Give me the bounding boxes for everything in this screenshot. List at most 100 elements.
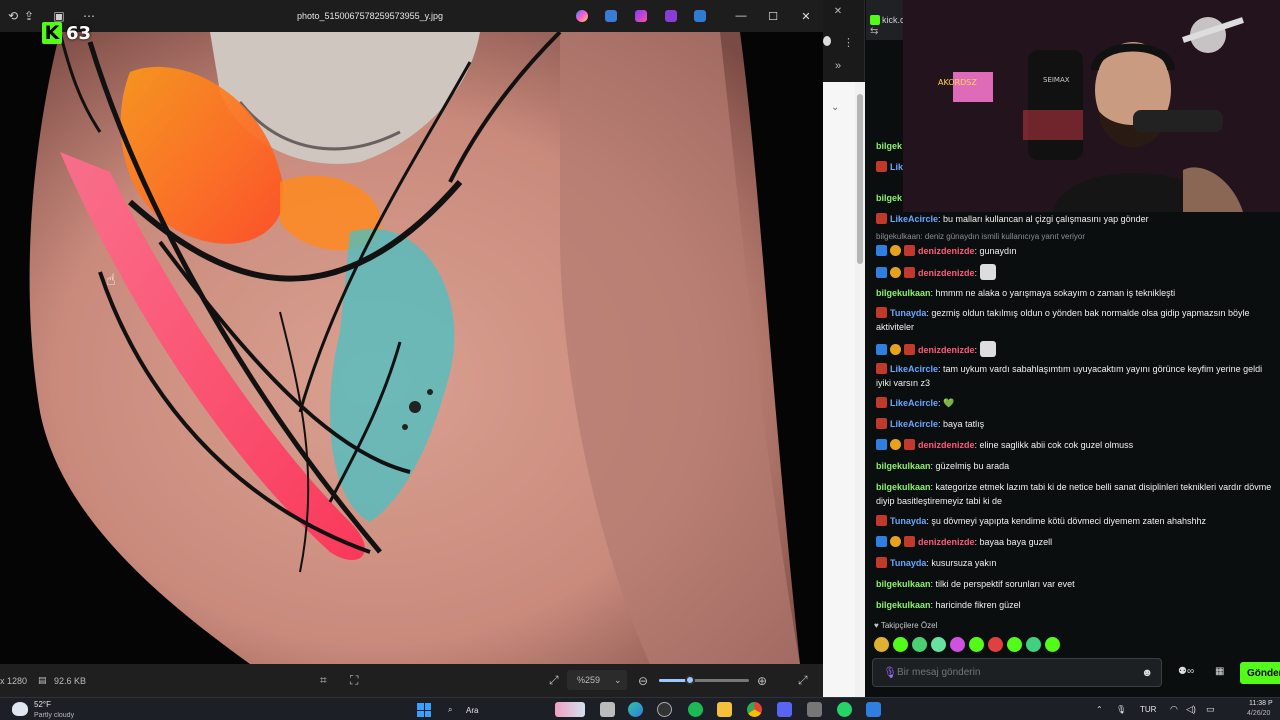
clock-time[interactable]: 11:38 P: [1249, 700, 1273, 707]
chat-username[interactable]: Lik: [890, 162, 903, 172]
edit-icon[interactable]: [605, 10, 617, 22]
zoom-in-icon[interactable]: ⊕: [757, 664, 767, 697]
chat-message: bilgekulkaan: kategorize etmek lazım tab…: [876, 482, 1272, 506]
emote-icon[interactable]: [1045, 637, 1060, 652]
microphone-icon[interactable]: 🎙: [883, 666, 897, 679]
page-scrollbar[interactable]: [855, 82, 865, 697]
wifi-icon[interactable]: ◠: [1170, 704, 1178, 715]
search-icon[interactable]: ⌕: [448, 705, 452, 715]
select-icon[interactable]: ⛶: [350, 664, 358, 697]
start-icon[interactable]: [417, 703, 431, 717]
chrome-icon[interactable]: [747, 702, 762, 717]
points-icon[interactable]: ⚉∞: [1178, 666, 1194, 677]
verified-badge-icon: [876, 344, 887, 355]
edge-icon[interactable]: [628, 702, 643, 717]
chat-username[interactable]: denizdenizde: [918, 440, 975, 450]
chat-username[interactable]: bilgek: [876, 141, 902, 151]
chat-username[interactable]: denizdenizde: [918, 246, 975, 256]
chat-username[interactable]: denizdenizde: [918, 268, 975, 278]
gold-badge-icon: [890, 536, 901, 547]
chat-message: denizdenizde: bayaa baya guzell: [876, 535, 1276, 549]
emote-icon[interactable]: [1007, 637, 1022, 652]
weather-icon[interactable]: [12, 702, 28, 716]
photos-icon[interactable]: [866, 702, 881, 717]
fit-window-icon[interactable]: ⤢: [549, 664, 559, 697]
chat-username[interactable]: denizdenizde: [918, 345, 975, 355]
obs-icon[interactable]: [657, 702, 672, 717]
webcam-chair-brand: SEIMAX: [1043, 76, 1070, 84]
chat-message: LikeAcircle: baya tatlış: [876, 417, 1276, 431]
clock-date[interactable]: 4/26/20: [1247, 710, 1270, 717]
chat-text: haricinde fikren güzel: [935, 600, 1021, 610]
chat-username[interactable]: LikeAcircle: [890, 364, 938, 374]
designer-icon[interactable]: [635, 10, 647, 22]
chat-username[interactable]: bilgek: [876, 193, 902, 203]
emote-icon[interactable]: [1026, 637, 1041, 652]
scroll-thumb[interactable]: [857, 94, 863, 264]
chat-text: şu dövmeyi yapıpta kendime kötü dövmeci …: [931, 516, 1207, 526]
emote-icon[interactable]: [874, 637, 889, 652]
battery-icon[interactable]: ▭: [1206, 704, 1215, 715]
chat-username[interactable]: LikeAcircle: [890, 419, 938, 429]
zoom-dropdown[interactable]: %259 ⌄: [567, 670, 627, 690]
store-icon[interactable]: ▦: [1215, 666, 1224, 677]
tab-title: kick.c: [882, 15, 905, 25]
volume-icon[interactable]: ◁): [1186, 704, 1196, 715]
onedrive-icon[interactable]: [694, 10, 706, 22]
chat-username[interactable]: Tunayda: [890, 516, 926, 526]
emoji-icon[interactable]: ☻: [1141, 667, 1153, 679]
expand-icon[interactable]: »: [835, 60, 841, 72]
tab-close-icon[interactable]: ✕: [823, 6, 853, 17]
clipchamp-icon[interactable]: [665, 10, 677, 22]
taskview-icon[interactable]: [600, 702, 615, 717]
emote-icon[interactable]: [912, 637, 927, 652]
minimize-button[interactable]: —: [725, 0, 757, 32]
chat-input[interactable]: [897, 667, 1107, 678]
maximize-button[interactable]: ☐: [757, 0, 789, 32]
copilot-icon[interactable]: [576, 10, 588, 22]
zoom-out-icon[interactable]: ⊖: [638, 664, 648, 697]
search-box-label[interactable]: Ara: [466, 706, 478, 715]
verified-badge-icon: [876, 267, 887, 278]
file-explorer-icon[interactable]: [717, 702, 732, 717]
zoom-slider[interactable]: [659, 675, 749, 685]
chat-username[interactable]: denizdenizde: [918, 537, 975, 547]
share-icon[interactable]: ⇪: [16, 0, 42, 32]
settings-icon[interactable]: ⇆: [870, 26, 878, 37]
chat-username[interactable]: bilgekulkaan: [876, 600, 931, 610]
browser-menu-icon[interactable]: ⋮: [843, 36, 854, 49]
emote-icon: [979, 264, 996, 280]
emote-icon[interactable]: [931, 637, 946, 652]
mic-tray-icon[interactable]: 🎙: [1116, 705, 1126, 714]
spotify-icon[interactable]: [688, 702, 703, 717]
send-button[interactable]: Gönder: [1240, 662, 1280, 684]
emote-icon[interactable]: [950, 637, 965, 652]
chat-username[interactable]: bilgekulkaan: [876, 579, 931, 589]
chevron-down-icon[interactable]: ⌄: [831, 102, 839, 113]
browser-nav-icon[interactable]: [823, 36, 831, 46]
gift-badge-icon: [876, 557, 887, 568]
chat-username[interactable]: bilgekulkaan: [876, 461, 931, 471]
chat-username[interactable]: Tunayda: [890, 558, 926, 568]
emote-icon[interactable]: [893, 637, 908, 652]
emote-icon[interactable]: [969, 637, 984, 652]
chat-username[interactable]: bilgekulkaan: [876, 288, 931, 298]
discord-icon[interactable]: [777, 702, 792, 717]
zoom-slider-knob[interactable]: [684, 675, 695, 685]
chat-input-box[interactable]: 🎙 ☻: [872, 658, 1162, 687]
whatsapp-icon[interactable]: [837, 702, 852, 717]
fullscreen-icon[interactable]: ⤢: [798, 664, 808, 697]
app-icon[interactable]: [807, 702, 822, 717]
chat-username[interactable]: LikeAcircle: [890, 214, 938, 224]
gold-badge-icon: [890, 267, 901, 278]
widgets-icon[interactable]: [555, 702, 585, 717]
chat-username[interactable]: LikeAcircle: [890, 398, 938, 408]
tray-chevron-icon[interactable]: ⌃: [1096, 705, 1103, 714]
language-indicator[interactable]: TUR: [1140, 699, 1156, 720]
chat-username[interactable]: Tunayda: [890, 308, 926, 318]
chat-username[interactable]: bilgekulkaan: [876, 482, 931, 492]
emote-icon[interactable]: [988, 637, 1003, 652]
photo-canvas[interactable]: ☝: [0, 32, 823, 664]
crop-icon[interactable]: ⌗: [320, 664, 327, 697]
close-button[interactable]: ✕: [790, 0, 822, 32]
